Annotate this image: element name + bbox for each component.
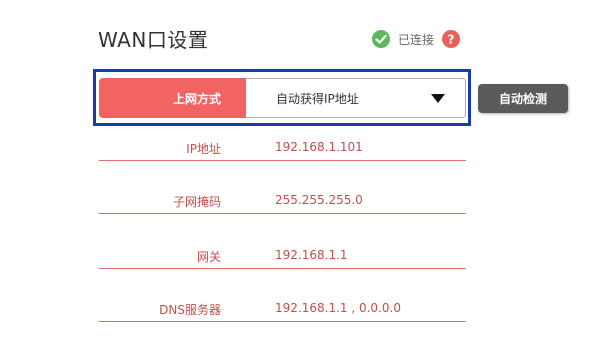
subnet-value: 255.255.255.0 [275, 193, 363, 207]
gateway-label: 网关 [196, 250, 221, 264]
ip-value: 192.168.1.101 [275, 140, 363, 154]
svg-text:?: ? [448, 33, 455, 47]
info-row-gateway: 网关 192.168.1.1 [99, 243, 466, 269]
dns-value: 192.168.1.1 , 0.0.0.0 [275, 301, 401, 315]
status-text: 已连接 [398, 32, 435, 47]
check-circle-icon [372, 30, 390, 48]
dns-label: DNS服务器 [159, 303, 221, 317]
info-row-subnet: 子网掩码 255.255.255.0 [99, 188, 466, 214]
connection-mode-row: 上网方式 自动获得IP地址 [99, 78, 466, 118]
auto-detect-button[interactable]: 自动检测 [478, 84, 568, 113]
ip-label: IP地址 [186, 142, 221, 156]
page-title: WAN口设置 [98, 28, 209, 52]
connection-status: 已连接 ? [372, 28, 461, 50]
info-row-ip: IP地址 192.168.1.101 [99, 135, 466, 161]
help-icon[interactable]: ? [442, 30, 461, 48]
connection-mode-label: 上网方式 [99, 78, 246, 118]
caret-down-icon [431, 94, 445, 103]
gateway-value: 192.168.1.1 [275, 248, 348, 262]
connection-mode-select[interactable]: 自动获得IP地址 [246, 78, 466, 118]
subnet-label: 子网掩码 [172, 195, 221, 209]
connection-mode-value: 自动获得IP地址 [276, 91, 359, 106]
info-row-dns: DNS服务器 192.168.1.1 , 0.0.0.0 [99, 296, 466, 322]
